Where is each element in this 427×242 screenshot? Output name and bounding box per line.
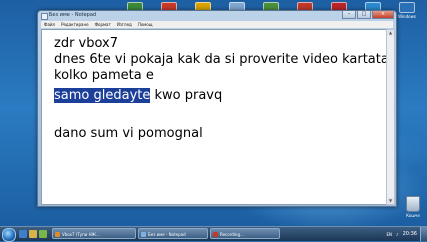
- window-controls: – □ ×: [341, 11, 394, 19]
- taskbar-item-notepad[interactable]: Без име - Notepad: [138, 228, 208, 239]
- taskbar-item-label: Recording...: [220, 232, 244, 237]
- volume-icon[interactable]: ♪: [396, 232, 399, 237]
- scroll-up-icon[interactable]: ▲: [387, 30, 394, 36]
- text-line: samo gledayte kwo pravq: [54, 88, 222, 104]
- text-line: dano sum vi pomognal: [54, 126, 203, 141]
- taskbar: Vbox7 (Тупи НЖ... Без име - Notepad Reco…: [0, 226, 427, 242]
- window-title: Без име - Notepad: [49, 12, 97, 18]
- text-line: dnes 6te vi pokaja kak da si proverite v…: [54, 52, 387, 67]
- language-indicator[interactable]: EN: [386, 232, 392, 237]
- media-player-icon[interactable]: [39, 230, 47, 238]
- taskbar-item-label: Vbox7 (Тупи НЖ...: [62, 232, 100, 237]
- folder-icon[interactable]: [29, 230, 37, 238]
- taskbar-item-vbox7[interactable]: Vbox7 (Тупи НЖ...: [52, 228, 136, 239]
- text-editor[interactable]: zdr vbox7 dnes 6te vi pokaja kak da si p…: [41, 29, 387, 205]
- show-desktop-button[interactable]: [420, 227, 427, 241]
- menu-format[interactable]: Формат: [92, 22, 114, 27]
- text-line: zdr vbox7: [54, 36, 119, 51]
- recycle-bin-label: Кошче: [406, 213, 420, 218]
- minimize-button[interactable]: –: [342, 11, 356, 19]
- windows-icon: [399, 2, 415, 13]
- close-button[interactable]: ×: [372, 11, 394, 19]
- vertical-scrollbar[interactable]: ▲ ▼: [386, 29, 395, 205]
- taskbar-item-label: Без име - Notepad: [148, 232, 186, 237]
- desktop: WinampComputerMobilevboxCCleanerDAEMON T…: [0, 0, 427, 242]
- scroll-down-icon[interactable]: ▼: [387, 198, 394, 204]
- notepad-icon: [141, 232, 146, 237]
- text-line: kolko pameta e: [54, 68, 154, 83]
- selected-text: samo gledayte: [54, 88, 151, 103]
- record-icon: [213, 232, 218, 237]
- menu-help[interactable]: Помощ: [135, 22, 156, 27]
- notepad-icon: [41, 13, 48, 20]
- browser-icon: [55, 232, 60, 237]
- menu-bar: Файл Редактиране Формат Изглед Помощ: [41, 21, 393, 28]
- trash-icon: [406, 196, 420, 212]
- menu-view[interactable]: Изглед: [114, 22, 135, 27]
- menu-file[interactable]: Файл: [41, 22, 58, 27]
- notepad-window: Без име - Notepad – □ × Файл Редактиране…: [37, 10, 397, 207]
- taskbar-item-recording[interactable]: Recording...: [210, 228, 280, 239]
- text-after-selection: kwo pravq: [150, 88, 223, 103]
- clock[interactable]: 20:36: [403, 231, 417, 237]
- maximize-button[interactable]: □: [357, 11, 371, 19]
- desktop-icon-label: Windows: [398, 14, 416, 19]
- ie-icon[interactable]: [19, 230, 27, 238]
- recycle-bin-icon[interactable]: Кошче: [401, 196, 425, 218]
- menu-edit[interactable]: Редактиране: [58, 22, 92, 27]
- title-bar[interactable]: Без име - Notepad – □ ×: [38, 11, 396, 20]
